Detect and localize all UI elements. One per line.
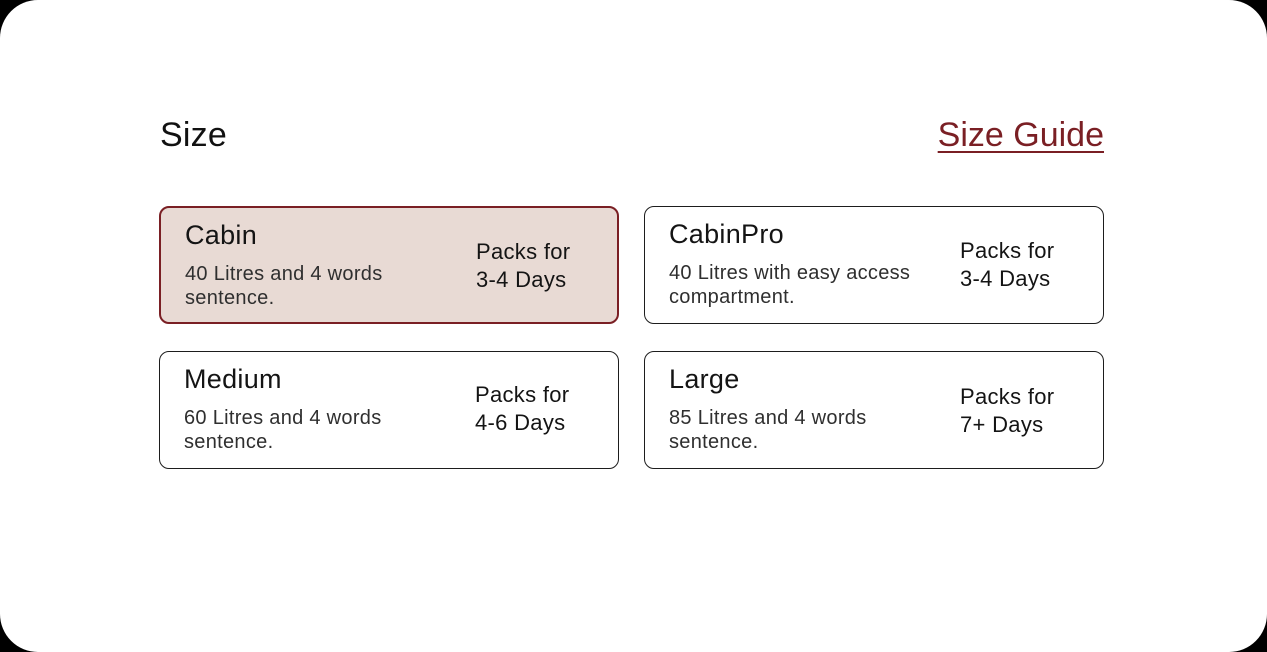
- packs-label: Packs for: [960, 384, 1055, 409]
- option-packs: Packs for 3-4 Days: [960, 237, 1054, 293]
- size-option-medium[interactable]: Medium 60 Litres and 4 words sentence. P…: [159, 351, 619, 469]
- option-packs: Packs for 3-4 Days: [476, 238, 570, 294]
- packs-label: Packs for: [475, 382, 570, 407]
- option-description: 40 Litres and 4 words sentence.: [185, 263, 383, 309]
- option-name: Cabin: [185, 220, 258, 250]
- packs-days: 3-4 Days: [960, 266, 1051, 291]
- packs-days: 7+ Days: [960, 412, 1044, 437]
- size-guide-link[interactable]: Size Guide: [938, 116, 1104, 155]
- packs-label: Packs for: [960, 238, 1055, 263]
- option-packs: Packs for 4-6 Days: [475, 381, 569, 437]
- packs-days: 3-4 Days: [476, 267, 567, 292]
- section-title: Size: [160, 116, 227, 154]
- option-description: 60 Litres and 4 words sentence.: [184, 407, 382, 453]
- size-header: Size Size Guide: [160, 112, 1104, 162]
- size-selector-panel: Size Size Guide Cabin 40 Litres and 4 wo…: [0, 0, 1267, 652]
- option-description: 85 Litres and 4 words sentence.: [669, 407, 867, 453]
- option-name: Large: [669, 364, 740, 394]
- option-name: Medium: [184, 364, 282, 394]
- option-packs: Packs for 7+ Days: [960, 383, 1054, 439]
- option-description: 40 Litres with easy access compartment.: [669, 262, 911, 308]
- packs-days: 4-6 Days: [475, 410, 566, 435]
- option-name: CabinPro: [669, 219, 784, 249]
- packs-label: Packs for: [476, 239, 571, 264]
- size-option-cabinpro[interactable]: CabinPro 40 Litres with easy access comp…: [644, 206, 1104, 324]
- size-option-cabin[interactable]: Cabin 40 Litres and 4 words sentence. Pa…: [159, 206, 619, 324]
- size-option-large[interactable]: Large 85 Litres and 4 words sentence. Pa…: [644, 351, 1104, 469]
